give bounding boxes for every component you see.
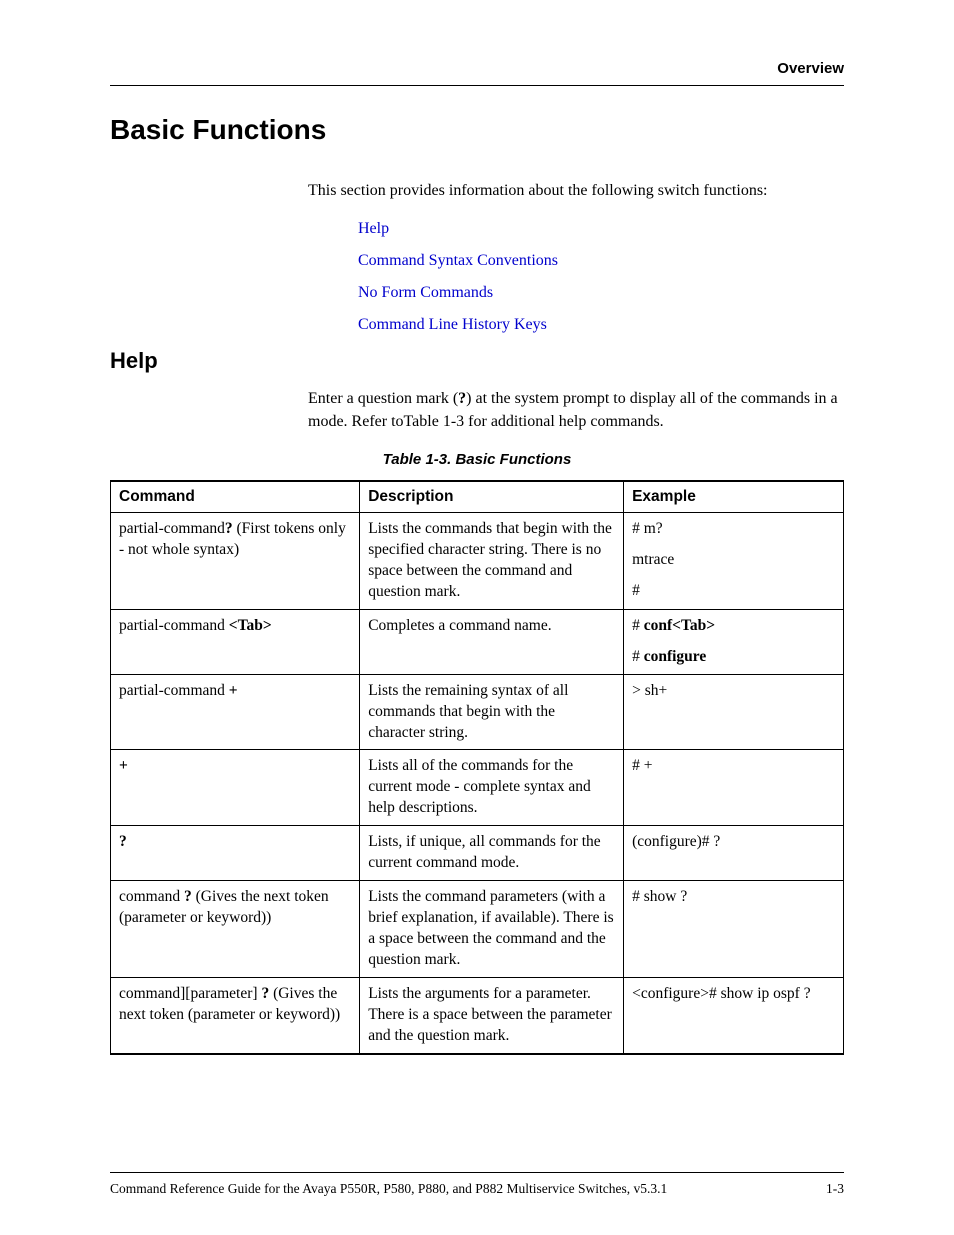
col-command: Command (111, 481, 360, 513)
cell-example: # + (624, 750, 844, 826)
basic-functions-table: Command Description Example partial-comm… (110, 480, 844, 1054)
page-footer: Command Reference Guide for the Avaya P5… (110, 1172, 844, 1197)
help-paragraph: Enter a question mark (?) at the system … (308, 388, 844, 433)
cell-example: (configure)# ? (624, 826, 844, 881)
toc-link[interactable]: Help (358, 220, 844, 238)
cell-description: Lists the commands that begin with the s… (360, 513, 624, 610)
toc-link[interactable]: Command Line History Keys (358, 316, 844, 334)
cell-command: command ? (Gives the next token (paramet… (111, 881, 360, 978)
cell-example: <configure># show ip ospf ? (624, 977, 844, 1053)
col-description: Description (360, 481, 624, 513)
cell-description: Completes a command name. (360, 609, 624, 674)
page-number: 1-3 (826, 1181, 844, 1197)
table-row: partial-command +Lists the remaining syn… (111, 674, 844, 750)
section-heading-help: Help (110, 348, 844, 374)
header-rule (110, 85, 844, 86)
table-header-row: Command Description Example (111, 481, 844, 513)
cell-description: Lists the arguments for a parameter. The… (360, 977, 624, 1053)
cell-example: # conf<Tab># configure (624, 609, 844, 674)
table-row: command ? (Gives the next token (paramet… (111, 881, 844, 978)
toc-link[interactable]: No Form Commands (358, 284, 844, 302)
col-example: Example (624, 481, 844, 513)
cell-description: Lists all of the commands for the curren… (360, 750, 624, 826)
table-row: command][parameter] ? (Gives the next to… (111, 977, 844, 1053)
cell-command: command][parameter] ? (Gives the next to… (111, 977, 360, 1053)
toc-link[interactable]: Command Syntax Conventions (358, 252, 844, 270)
cell-command: ? (111, 826, 360, 881)
table-row: ?Lists, if unique, all commands for the … (111, 826, 844, 881)
table-caption: Table 1-3. Basic Functions (110, 451, 844, 468)
table-row: +Lists all of the commands for the curre… (111, 750, 844, 826)
cell-example: # show ? (624, 881, 844, 978)
page-title: Basic Functions (110, 114, 844, 146)
table-row: partial-command <Tab>Completes a command… (111, 609, 844, 674)
link-list: Help Command Syntax Conventions No Form Co… (358, 220, 844, 334)
cell-command: partial-command? (First tokens only - no… (111, 513, 360, 610)
cell-example: > sh+ (624, 674, 844, 750)
cell-description: Lists, if unique, all commands for the c… (360, 826, 624, 881)
cell-description: Lists the command parameters (with a bri… (360, 881, 624, 978)
cell-command: + (111, 750, 360, 826)
cell-description: Lists the remaining syntax of all comman… (360, 674, 624, 750)
intro-text: This section provides information about … (308, 180, 844, 202)
cell-command: partial-command + (111, 674, 360, 750)
cell-command: partial-command <Tab> (111, 609, 360, 674)
table-row: partial-command? (First tokens only - no… (111, 513, 844, 610)
chapter-title: Overview (110, 60, 844, 77)
footer-text: Command Reference Guide for the Avaya P5… (110, 1181, 667, 1197)
cell-example: # m?mtrace# (624, 513, 844, 610)
